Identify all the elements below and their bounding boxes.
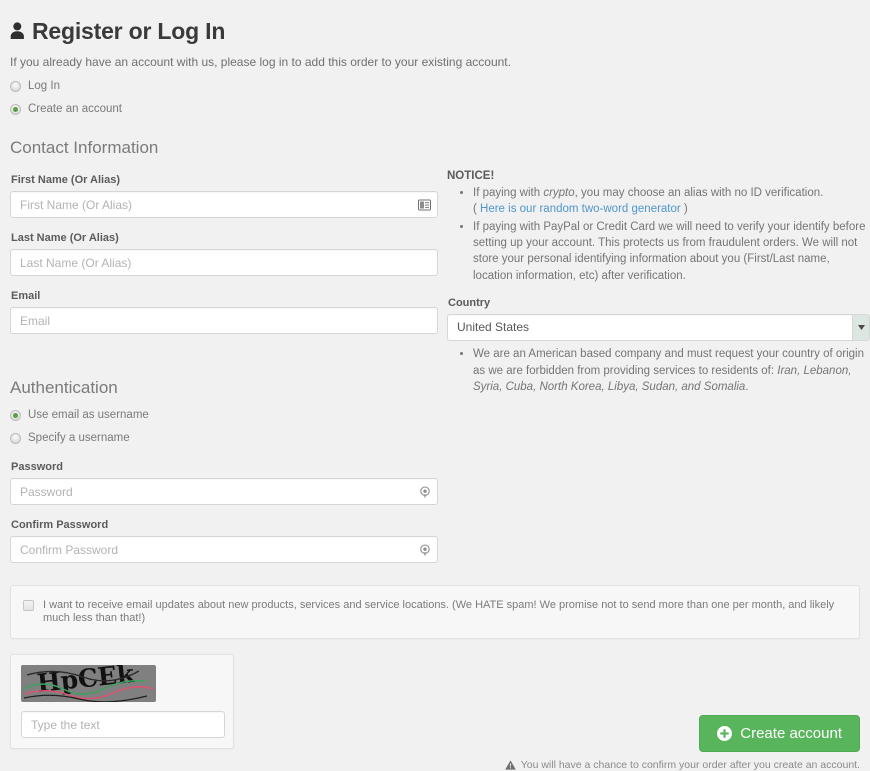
intro-text: If you already have an account with us, … xyxy=(10,55,511,69)
plus-circle-icon xyxy=(717,726,733,741)
last-name-label: Last Name (Or Alias) xyxy=(11,232,119,244)
notice-item-crypto: If paying with crypto, you may choose an… xyxy=(473,185,870,218)
captcha-image: HpCEk xyxy=(21,665,156,703)
radio-specify-username-indicator[interactable] xyxy=(10,432,21,444)
country-selected-value: United States xyxy=(457,320,530,335)
first-name-label: First Name (Or Alias) xyxy=(11,174,121,186)
warning-triangle-icon xyxy=(504,760,516,770)
two-word-generator-link[interactable]: Here is our random two-word generator xyxy=(480,203,681,215)
notice-crypto-emphasis: crypto xyxy=(543,187,575,199)
contact-and-notice-section: Contact Information First Name (Or Alias… xyxy=(10,138,870,393)
notice-column: NOTICE! If paying with crypto, you may c… xyxy=(447,138,870,396)
country-field-group: Country United States We are an American… xyxy=(447,297,870,396)
notice-crypto-after: , you may choose an alias with no ID ver… xyxy=(574,187,824,199)
notice-item-paypal: If paying with PayPal or Credit Card we … xyxy=(473,219,870,284)
captcha-panel: HpCEk xyxy=(10,654,234,750)
submit-area: Create account You will have a chance to… xyxy=(504,715,860,771)
last-name-input[interactable] xyxy=(10,249,438,276)
registration-page: Register or Log In If you already have a… xyxy=(0,18,870,771)
confirm-order-note-text: You will have a chance to confirm your o… xyxy=(520,759,860,771)
user-icon xyxy=(10,18,25,45)
newsletter-label: I want to receive email updates about ne… xyxy=(43,599,835,625)
country-label: Country xyxy=(448,296,491,309)
radio-email-username-label: Use email as username xyxy=(28,409,149,421)
radio-create-account-label: Create an account xyxy=(28,103,122,115)
email-input[interactable] xyxy=(10,307,438,334)
email-field-group: Email xyxy=(10,290,438,334)
contact-information-heading: Contact Information xyxy=(10,138,159,157)
confirm-password-input[interactable] xyxy=(10,536,438,563)
radio-login-indicator[interactable] xyxy=(10,80,21,92)
captcha-input[interactable] xyxy=(21,711,225,739)
radio-option-email-username[interactable]: Use email as username xyxy=(10,409,438,421)
notice-paren-close: ) xyxy=(680,203,688,216)
page-title-text: Register or Log In xyxy=(32,18,226,44)
first-name-field-group: First Name (Or Alias) xyxy=(10,174,438,218)
authentication-section: Authentication Use email as username Spe… xyxy=(10,378,438,563)
radio-login-label: Log In xyxy=(28,80,60,92)
radio-option-specify-username[interactable]: Specify a username xyxy=(10,432,438,444)
create-account-button[interactable]: Create account xyxy=(699,715,860,752)
newsletter-panel: I want to receive email updates about ne… xyxy=(10,585,860,640)
email-label: Email xyxy=(11,290,41,302)
country-restriction-list: We are an American based company and mus… xyxy=(447,346,870,396)
country-restriction-item: We are an American based company and mus… xyxy=(473,346,870,396)
authentication-heading: Authentication xyxy=(10,378,118,397)
radio-option-login[interactable]: Log In xyxy=(10,80,860,92)
chevron-down-icon[interactable] xyxy=(852,314,869,340)
password-field-group: Password xyxy=(10,461,438,505)
last-name-field-group: Last Name (Or Alias) xyxy=(10,232,438,276)
country-note-after: . xyxy=(745,381,749,394)
newsletter-checkbox[interactable] xyxy=(23,600,34,611)
page-title: Register or Log In xyxy=(10,18,860,45)
notice-paren-open: ( xyxy=(473,203,481,216)
first-name-input[interactable] xyxy=(10,191,438,218)
password-label: Password xyxy=(11,461,63,473)
create-account-button-label: Create account xyxy=(740,725,842,742)
notice-crypto-before: If paying with xyxy=(473,187,544,199)
notice-list: If paying with crypto, you may choose an… xyxy=(447,185,870,284)
notice-title: NOTICE! xyxy=(447,170,495,182)
confirm-order-note: You will have a chance to confirm your o… xyxy=(504,759,860,771)
country-select[interactable]: United States xyxy=(447,313,870,341)
radio-create-account-indicator[interactable] xyxy=(10,103,21,115)
password-input[interactable] xyxy=(10,478,438,505)
confirm-password-field-group: Confirm Password xyxy=(10,519,438,563)
radio-email-username-indicator[interactable] xyxy=(10,409,21,421)
radio-option-create-account[interactable]: Create an account xyxy=(10,103,860,115)
contact-information-column: Contact Information First Name (Or Alias… xyxy=(10,138,438,334)
radio-specify-username-label: Specify a username xyxy=(28,432,130,444)
confirm-password-label: Confirm Password xyxy=(11,519,109,531)
